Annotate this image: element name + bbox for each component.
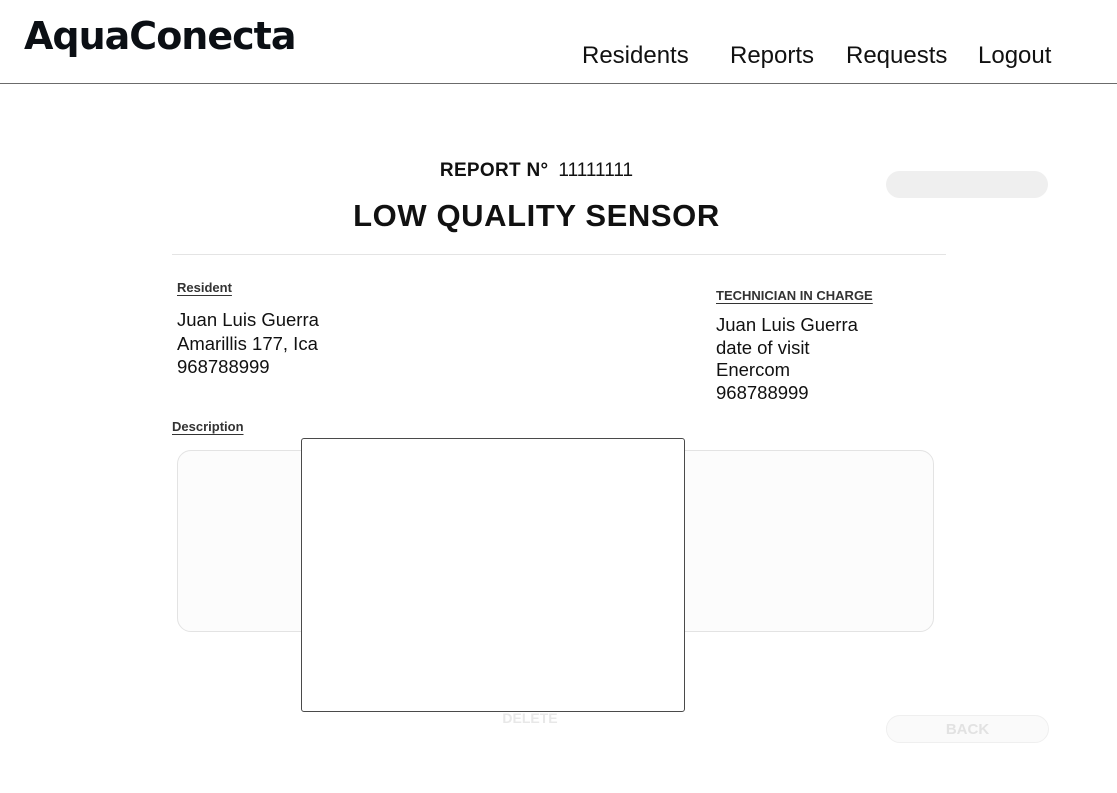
header-divider [0,83,1117,84]
back-button[interactable]: BACK [886,715,1049,743]
technician-name: Juan Luis Guerra [716,314,858,335]
nav-requests[interactable]: Requests [846,42,947,70]
nav-reports[interactable]: Reports [730,42,814,70]
title-divider [172,254,946,255]
description-label: Description [172,419,244,434]
modal-dialog[interactable] [301,438,685,712]
status-badge [886,171,1048,198]
resident-address: Amarillis 177, Ica [177,333,318,354]
technician-company: Enercom [716,359,791,380]
top-navigation: Residents Reports Requests Logout [0,42,1117,76]
technician-phone: 968788999 [716,382,809,403]
resident-phone: 968788999 [177,356,270,377]
nav-residents[interactable]: Residents [582,42,689,70]
technician-label: TECHNICIAN IN CHARGE [716,288,873,303]
delete-button[interactable]: DELETE [470,710,590,732]
resident-label: Resident [177,280,232,295]
report-number-label: REPORT N° [439,160,549,181]
report-title: LOW QUALITY SENSOR [353,198,720,233]
visit-date: date of visit [716,337,810,358]
resident-name: Juan Luis Guerra [177,309,319,330]
report-number: 11111111 [558,160,634,181]
nav-logout[interactable]: Logout [978,42,1051,70]
